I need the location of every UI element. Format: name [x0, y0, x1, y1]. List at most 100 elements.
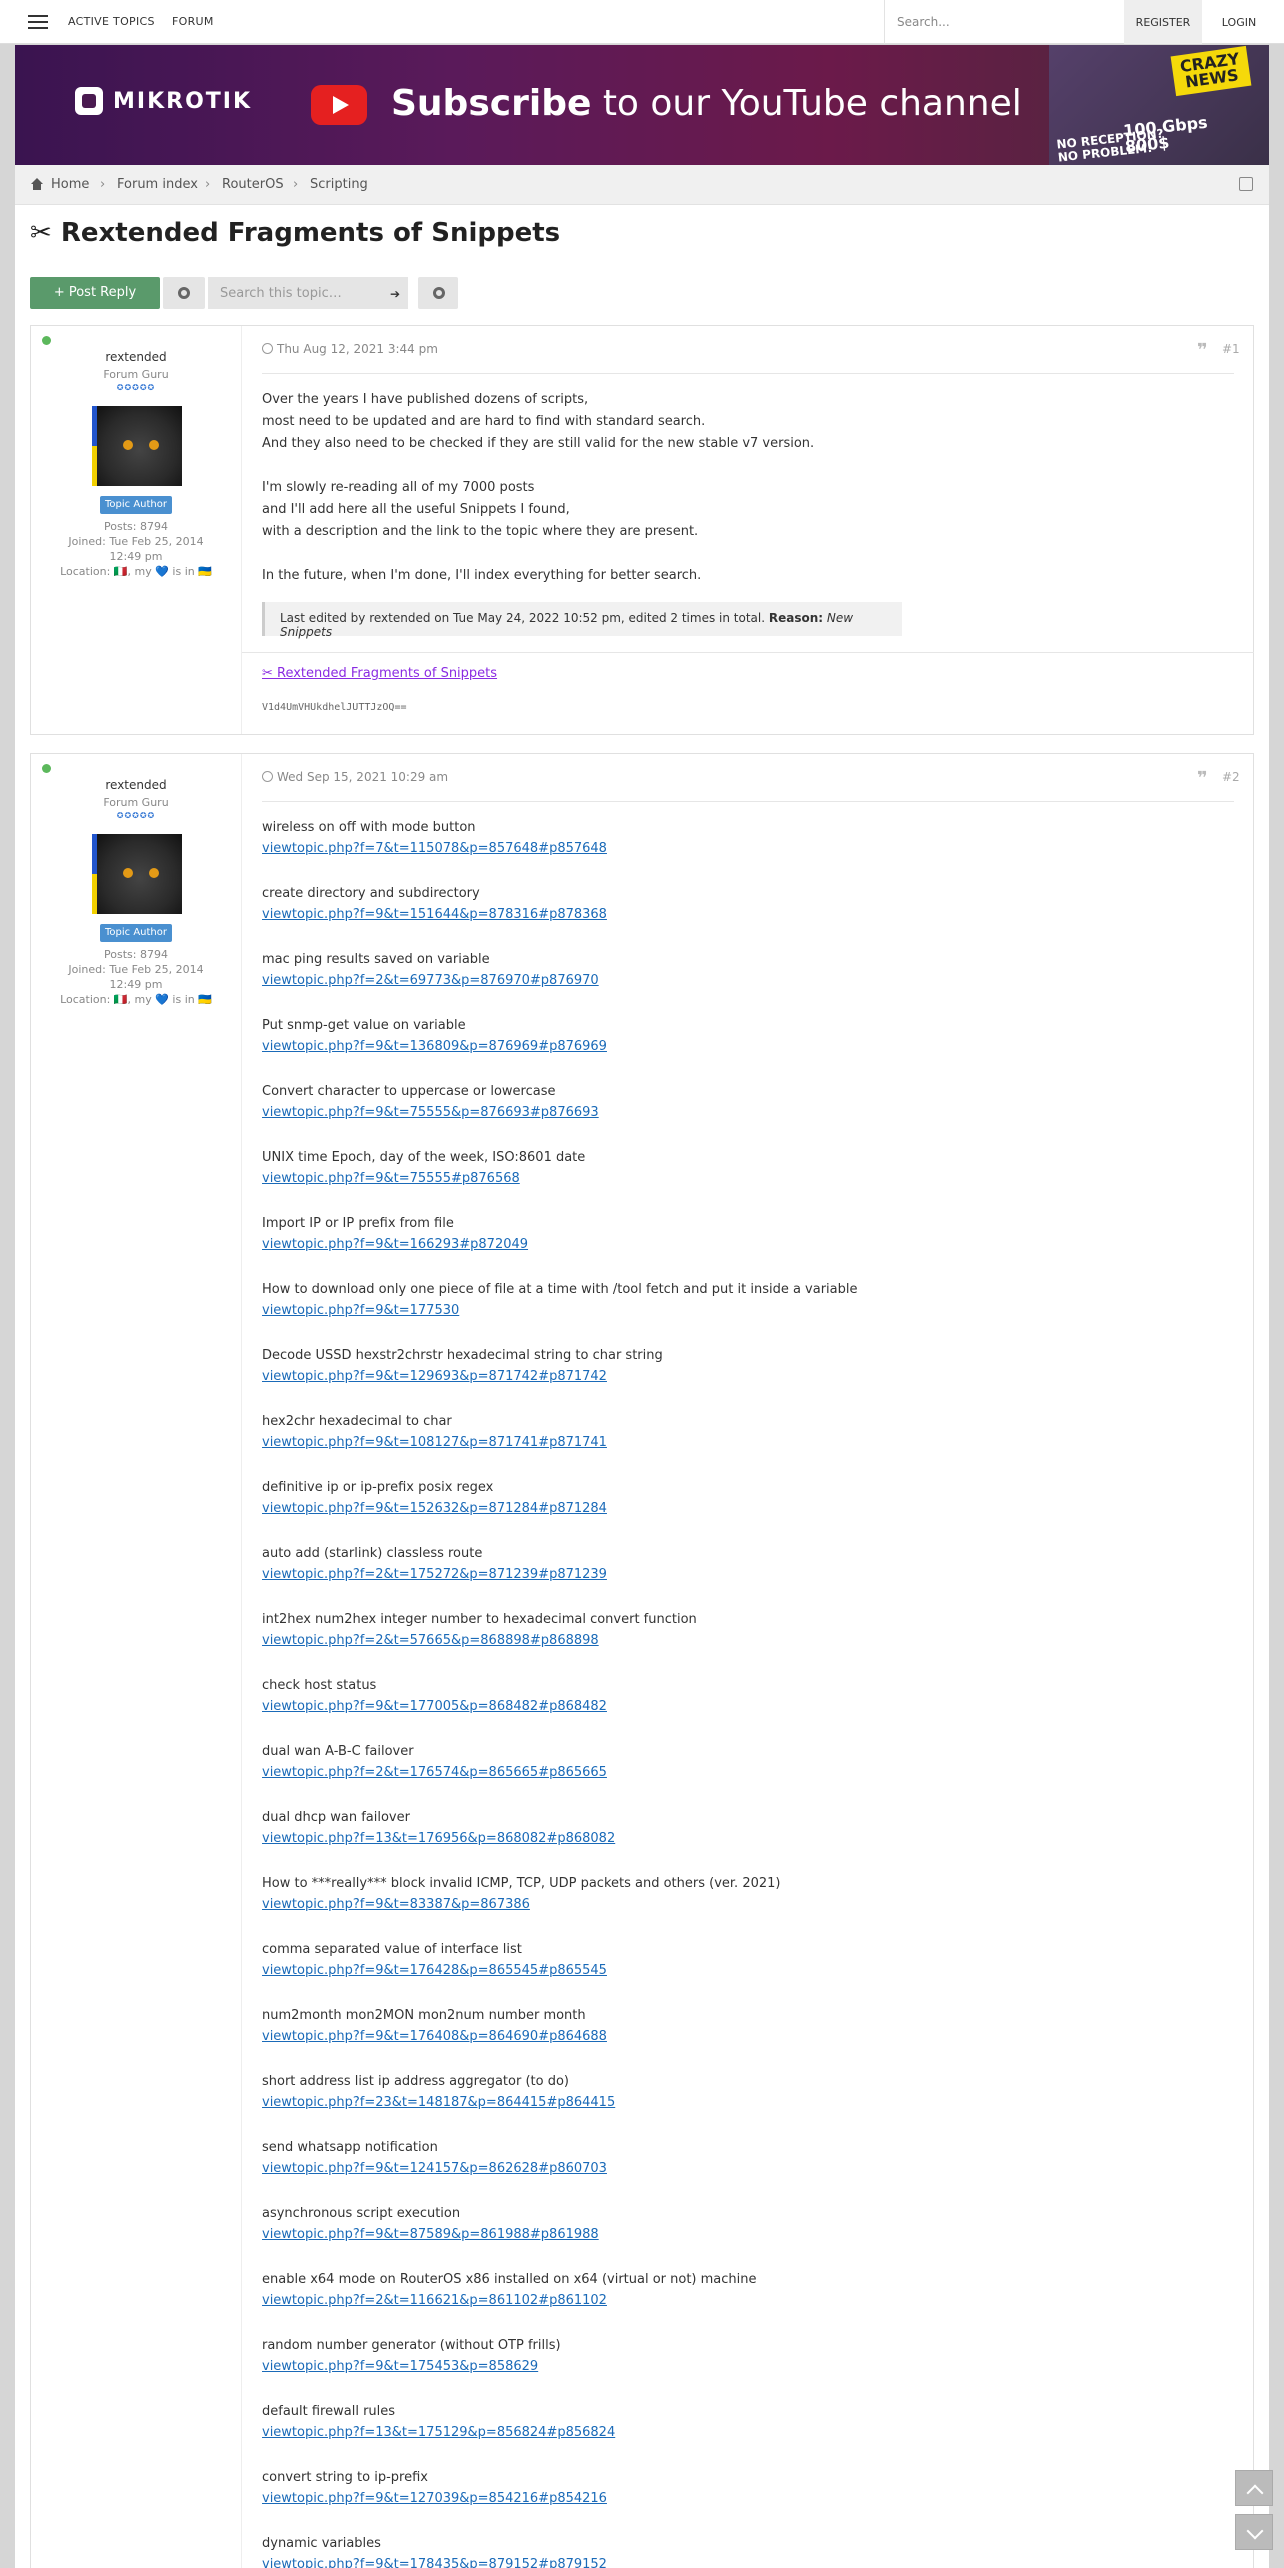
chevron-right-icon: ›: [205, 177, 211, 192]
snippet-link[interactable]: viewtopic.php?f=13&t=176956&p=868082#p86…: [262, 1828, 1242, 1850]
post-reply-button[interactable]: + Post Reply: [30, 277, 160, 309]
snippet-link[interactable]: viewtopic.php?f=9&t=75555#p876568: [262, 1168, 1242, 1190]
breadcrumb: Home › Forum index › RouterOS › Scriptin…: [15, 165, 1269, 205]
snippet-item: wireless on off with mode button viewtopi…: [262, 818, 1242, 884]
snippet-link[interactable]: viewtopic.php?f=9&t=129693&p=871742#p871…: [262, 1366, 1242, 1388]
mikrotik-logo-icon: [75, 87, 103, 115]
search-input[interactable]: Search...: [884, 0, 1124, 44]
youtube-banner[interactable]: MIKROTIK Subscribe to our YouTube channe…: [15, 45, 1269, 165]
snippet-link[interactable]: viewtopic.php?f=9&t=177005&p=868482#p868…: [262, 1696, 1242, 1718]
nav-active-topics[interactable]: ACTIVE TOPICS: [68, 15, 155, 28]
snippet-link[interactable]: viewtopic.php?f=9&t=151644&p=878316#p878…: [262, 904, 1242, 926]
online-status-icon: [42, 336, 51, 345]
login-button[interactable]: LOGIN: [1204, 0, 1274, 44]
snippet-link[interactable]: viewtopic.php?f=9&t=75555&p=876693#p8766…: [262, 1102, 1242, 1124]
snippet-link[interactable]: viewtopic.php?f=9&t=176408&p=864690#p864…: [262, 2026, 1242, 2048]
snippet-link[interactable]: viewtopic.php?f=9&t=108127&p=871741#p871…: [262, 1432, 1242, 1454]
breadcrumb-home[interactable]: Home: [51, 177, 89, 192]
rank-stars-icon: ✪✪✪✪✪: [116, 383, 156, 392]
snippet-title: hex2chr hexadecimal to char: [262, 1414, 452, 1429]
snippet-link[interactable]: viewtopic.php?f=7&t=115078&p=857648#p857…: [262, 838, 1242, 860]
snippet-link[interactable]: viewtopic.php?f=9&t=152632&p=871284#p871…: [262, 1498, 1242, 1520]
top-navbar: ACTIVE TOPICS FORUM Search... REGISTER L…: [0, 0, 1284, 44]
snippet-title: How to download only one piece of file a…: [262, 1282, 858, 1297]
snippet-link[interactable]: viewtopic.php?f=2&t=69773&p=876970#p8769…: [262, 970, 1242, 992]
snippet-link[interactable]: viewtopic.php?f=9&t=176428&p=865545#p865…: [262, 1960, 1242, 1982]
menu-icon[interactable]: [28, 15, 48, 29]
snippet-title: int2hex num2hex integer number to hexade…: [262, 1612, 697, 1627]
snippet-link[interactable]: viewtopic.php?f=9&t=127039&p=854216#p854…: [262, 2488, 1242, 2510]
topic-search-input[interactable]: Search this topic…: [208, 277, 408, 309]
edit-note-text: Last edited by rextended on Tue May 24, …: [280, 611, 766, 625]
snippet-link[interactable]: viewtopic.php?f=23&t=148187&p=864415#p86…: [262, 2092, 1242, 2114]
snippet-title: wireless on off with mode button: [262, 820, 476, 835]
quote-icon[interactable]: ❞: [1197, 768, 1208, 789]
post-author[interactable]: rextended: [31, 350, 241, 364]
snippet-item: check host status viewtopic.php?f=9&t=177…: [262, 1676, 1242, 1742]
scroll-bottom-button[interactable]: [1235, 2514, 1273, 2550]
author-joined-time: 12:49 pm: [109, 978, 163, 991]
snippet-item: default firewall rules viewtopic.php?f=13…: [262, 2402, 1242, 2468]
snippet-item: Convert character to uppercase or lowerc…: [262, 1082, 1242, 1148]
snippet-item: send whatsapp notification viewtopic.php?…: [262, 2138, 1242, 2204]
snippet-link[interactable]: viewtopic.php?f=9&t=175453&p=858629: [262, 2356, 1242, 2378]
scroll-top-button[interactable]: [1235, 2470, 1273, 2506]
snippet-item: UNIX time Epoch, day of the week, ISO:86…: [262, 1148, 1242, 1214]
snippet-title: asynchronous script execution: [262, 2206, 461, 2221]
snippet-link[interactable]: viewtopic.php?f=9&t=124157&p=862628#p860…: [262, 2158, 1242, 2180]
clock-icon: [262, 771, 273, 782]
arrow-right-icon[interactable]: ➔: [390, 287, 400, 301]
headline-rest: to our YouTube channel: [591, 83, 1022, 124]
register-button[interactable]: REGISTER: [1124, 0, 1202, 44]
snippet-title: comma separated value of interface list: [262, 1942, 522, 1957]
home-icon[interactable]: [31, 178, 43, 190]
post-number[interactable]: #2: [1222, 770, 1240, 784]
edit-note: Last edited by rextended on Tue May 24, …: [262, 602, 902, 639]
snippet-title: enable x64 mode on RouterOS x86 installe…: [262, 2272, 757, 2287]
search-options-button[interactable]: [418, 277, 458, 309]
breadcrumb-forum-index[interactable]: Forum index: [117, 177, 198, 192]
author-rank: Forum Guru: [103, 368, 169, 381]
quote-icon[interactable]: ❞: [1197, 340, 1208, 361]
text-line: with a description and the link to the t…: [262, 524, 699, 539]
snippet-link[interactable]: viewtopic.php?f=13&t=175129&p=856824#p85…: [262, 2422, 1242, 2444]
post-author[interactable]: rextended: [31, 778, 241, 792]
nav-forum[interactable]: FORUM: [172, 15, 214, 28]
chevron-right-icon: ›: [100, 177, 106, 192]
author-location: Location: 🇮🇹, my 💙 is in 🇺🇦: [60, 565, 212, 578]
snippet-item: Import IP or IP prefix from file viewtopi…: [262, 1214, 1242, 1280]
snippet-link[interactable]: viewtopic.php?f=9&t=87589&p=861988#p8619…: [262, 2224, 1242, 2246]
snippet-link[interactable]: viewtopic.php?f=2&t=175272&p=871239#p871…: [262, 1564, 1242, 1586]
post-paragraph: Over the years I have published dozens o…: [262, 389, 814, 455]
breadcrumb-routeros[interactable]: RouterOS: [222, 177, 284, 192]
snippet-title: num2month mon2MON mon2num number month: [262, 2008, 586, 2023]
signature-link[interactable]: ✂ Rextended Fragments of Snippets: [262, 666, 497, 681]
post-body: Thu Aug 12, 2021 3:44 pm ❞ #1 Over the y…: [241, 326, 1254, 734]
snippet-link[interactable]: viewtopic.php?f=2&t=116621&p=861102#p861…: [262, 2290, 1242, 2312]
snippet-link[interactable]: viewtopic.php?f=9&t=136809&p=876969#p876…: [262, 1036, 1242, 1058]
author-joined: Joined: Tue Feb 25, 2014: [68, 535, 204, 548]
snippet-link[interactable]: viewtopic.php?f=2&t=57665&p=868898#p8688…: [262, 1630, 1242, 1652]
avatar[interactable]: [92, 834, 182, 914]
snippet-title: Convert character to uppercase or lowerc…: [262, 1084, 556, 1099]
page-title[interactable]: ✂ Rextended Fragments of Snippets: [30, 218, 560, 248]
snippet-link[interactable]: viewtopic.php?f=9&t=177530: [262, 1300, 1242, 1322]
author-location: Location: 🇮🇹, my 💙 is in 🇺🇦: [60, 993, 212, 1006]
external-link-icon[interactable]: [1239, 177, 1253, 191]
snippet-link[interactable]: viewtopic.php?f=9&t=83387&p=867386: [262, 1894, 1242, 1916]
snippet-link[interactable]: viewtopic.php?f=9&t=166293#p872049: [262, 1234, 1242, 1256]
brand-name: MIKROTIK: [113, 88, 253, 114]
snippet-item: dual wan A-B-C failover viewtopic.php?f=2…: [262, 1742, 1242, 1808]
snippet-title: create directory and subdirectory: [262, 886, 480, 901]
snippet-link[interactable]: viewtopic.php?f=2&t=176574&p=865665#p865…: [262, 1762, 1242, 1784]
breadcrumb-scripting[interactable]: Scripting: [310, 177, 368, 192]
post-divider: [262, 373, 1234, 374]
snippet-item: convert string to ip-prefix viewtopic.php…: [262, 2468, 1242, 2534]
topic-tools-button[interactable]: [163, 277, 205, 309]
avatar[interactable]: [92, 406, 182, 486]
snippet-link[interactable]: viewtopic.php?f=9&t=178435&p=879152#p879…: [262, 2554, 1242, 2568]
snippet-title: dynamic variables: [262, 2536, 381, 2551]
post-number[interactable]: #1: [1222, 342, 1240, 356]
signature-code: V1d4UmVHUkdhelJUTTJzOQ==: [262, 702, 407, 713]
online-status-icon: [42, 764, 51, 773]
